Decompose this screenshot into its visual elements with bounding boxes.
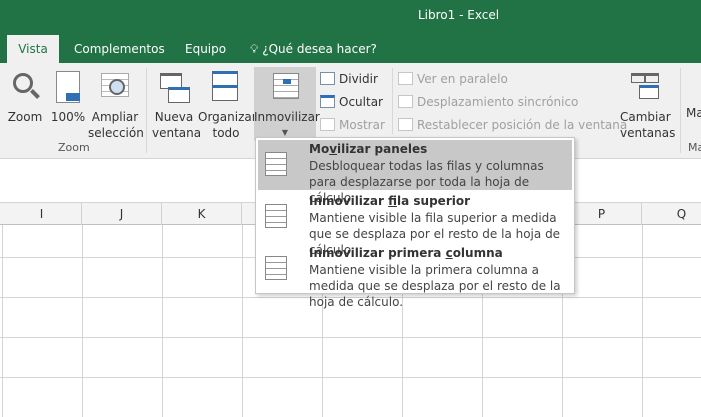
new-window-label: Nueva ventana	[152, 110, 202, 140]
split-label: Dividir	[339, 72, 378, 86]
unhide-icon	[320, 118, 335, 131]
freeze-menu-item[interactable]: Movilizar paneles Desbloquear todas las f…	[258, 140, 572, 205]
arrange-all-button[interactable]: Organizar todo	[198, 71, 257, 141]
freeze-option-icon	[265, 204, 287, 228]
new-window-icon	[158, 71, 190, 105]
switch-windows-icon	[629, 71, 661, 105]
lightbulb-icon: 💡︎	[250, 42, 259, 56]
magnifier-icon	[9, 71, 41, 105]
menu-item-description: Mantiene visible la primera columna a me…	[309, 263, 561, 309]
split-button[interactable]: Dividir	[320, 72, 378, 86]
unhide-button: Mostrar	[320, 118, 385, 132]
side-by-side-icon	[398, 72, 413, 85]
freeze-option-icon	[265, 152, 287, 176]
zoom-100-button[interactable]: 100%	[50, 71, 86, 125]
separator	[392, 68, 393, 134]
group-separator	[680, 68, 681, 153]
freeze-panes-label: Inmovilizar	[254, 110, 320, 124]
tell-me-label: ¿Qué desea hacer?	[262, 42, 377, 56]
zoom-selection-icon	[99, 71, 131, 105]
freeze-menu-item[interactable]: Inmovilizar fila superior Mantiene visibl…	[258, 192, 572, 257]
freeze-menu-item[interactable]: Inmovilizar primera columna Mantiene visi…	[258, 244, 572, 309]
hide-icon	[320, 95, 335, 108]
reset-position-icon	[398, 118, 413, 131]
sync-scroll-button: Desplazamiento sincrónico	[398, 95, 578, 109]
zoom-selection-label: Ampliar selección	[88, 110, 144, 140]
split-icon	[320, 72, 335, 85]
freeze-option-icon	[265, 256, 287, 280]
switch-windows-label: Cambiar ventanas	[620, 110, 676, 140]
freeze-panes-menu: Movilizar paneles Desbloquear todas las f…	[255, 137, 575, 309]
title-bar: Libro1 - Excel Vista Complementos Equipo…	[0, 0, 701, 63]
tab-vista[interactable]: Vista	[7, 35, 59, 63]
tell-me-search[interactable]: 💡︎ ¿Qué desea hacer?	[250, 35, 377, 63]
window-title: Libro1 - Excel	[418, 8, 500, 22]
reset-position-label: Restablecer posición de la ventana	[417, 118, 628, 132]
hide-button[interactable]: Ocultar	[320, 95, 383, 109]
reset-position-button: Restablecer posición de la ventana	[398, 118, 627, 132]
freeze-panes-icon	[269, 71, 301, 105]
zoom-100-icon	[52, 71, 84, 105]
switch-windows-button[interactable]: Cambiar ventanas	[614, 71, 676, 141]
zoom-group-label: Zoom	[58, 141, 90, 154]
tab-equipo[interactable]: Equipo	[185, 35, 226, 63]
group-separator	[146, 68, 147, 153]
view-side-by-side-label: Ver en paralelo	[417, 72, 508, 86]
zoom-button[interactable]: Zoom	[5, 71, 45, 125]
tab-complementos[interactable]: Complementos	[74, 35, 165, 63]
arrange-all-icon	[210, 71, 242, 105]
column-header-Q[interactable]: Q	[642, 203, 701, 225]
zoom-selection-button[interactable]: Ampliar selección	[88, 71, 144, 141]
arrange-all-label: Organizar todo	[198, 110, 257, 140]
sync-scroll-label: Desplazamiento sincrónico	[417, 95, 579, 109]
column-header-I[interactable]: I	[2, 203, 82, 225]
view-side-by-side-button: Ver en paralelo	[398, 72, 508, 86]
column-header-K[interactable]: K	[162, 203, 242, 225]
macros-button[interactable]: Ma	[686, 105, 701, 121]
zoom-label: Zoom	[7, 110, 43, 124]
hide-label: Ocultar	[339, 95, 383, 109]
menu-item-title: Movilizar paneles	[309, 142, 428, 156]
new-window-button[interactable]: Nueva ventana	[152, 71, 202, 141]
column-header-J[interactable]: J	[82, 203, 162, 225]
freeze-panes-button[interactable]: Inmovilizar ▼	[254, 67, 320, 141]
zoom-100-label: 100%	[50, 110, 86, 124]
menu-item-title: Inmovilizar fila superior	[309, 194, 471, 208]
sync-scroll-icon	[398, 95, 413, 108]
menu-item-title: Inmovilizar primera columna	[309, 246, 503, 260]
macros-group-label: Ma	[688, 141, 701, 154]
unhide-label: Mostrar	[339, 118, 385, 132]
